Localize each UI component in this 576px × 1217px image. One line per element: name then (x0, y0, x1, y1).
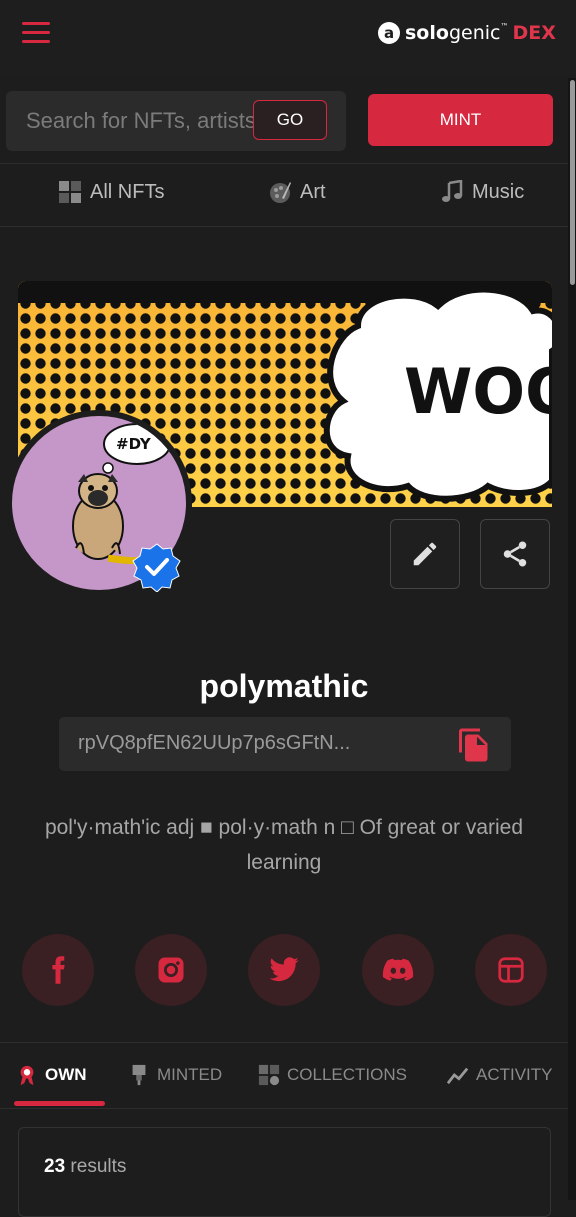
profile-bio: pol'y·math'ic adj ■ pol·y·math n □ Of gr… (44, 816, 524, 874)
divider (0, 1042, 568, 1043)
tab-label: OWN (45, 1065, 87, 1084)
scrollbar-thumb[interactable] (570, 80, 575, 285)
tab-collections[interactable]: COLLECTIONS (258, 1060, 407, 1090)
wallet-address: rpVQ8pfEN62UUp7p6sGFtN... (78, 732, 351, 754)
divider (0, 226, 568, 227)
website-link[interactable] (475, 934, 547, 1006)
results-label: results (70, 1156, 127, 1177)
category-music[interactable]: Music (440, 176, 524, 208)
stamp-icon (132, 1064, 146, 1086)
collections-icon (258, 1064, 280, 1086)
tab-own[interactable]: OWN (16, 1060, 87, 1090)
twitter-link[interactable] (248, 934, 320, 1006)
logo-text-solo: solo (405, 22, 449, 44)
tab-label: MINTED (157, 1065, 223, 1084)
avatar-caption: #DY (116, 435, 152, 453)
ribbon-icon (20, 1065, 34, 1086)
banner-text: WOO (404, 355, 552, 428)
grid-icon (59, 181, 81, 203)
edit-profile-button[interactable] (390, 519, 460, 589)
tab-minted[interactable]: MINTED (128, 1060, 222, 1090)
palette-icon (270, 182, 291, 203)
search-input[interactable] (26, 106, 254, 136)
logo-mark: a (378, 22, 400, 44)
results-count: 23 results (44, 1156, 126, 1178)
share-icon (503, 541, 527, 567)
results-number: 23 (44, 1156, 66, 1177)
logo-text-dex: DEX (512, 22, 556, 44)
instagram-icon (158, 957, 184, 983)
copy-icon[interactable] (456, 727, 492, 763)
category-label: All NFTs (90, 180, 165, 203)
sologenic-dex-logo[interactable]: a solo genic ™ DEX (378, 20, 556, 46)
hamburger-icon[interactable] (22, 22, 50, 44)
mint-button[interactable]: MINT (368, 94, 553, 146)
divider (0, 1108, 568, 1109)
pencil-icon (413, 542, 437, 566)
tab-label: COLLECTIONS (287, 1065, 407, 1084)
go-button[interactable]: GO (253, 100, 327, 140)
instagram-link[interactable] (135, 934, 207, 1006)
share-button[interactable] (480, 519, 550, 589)
active-tab-indicator (14, 1101, 105, 1106)
category-art[interactable]: Art (268, 176, 326, 208)
category-label: Music (472, 180, 525, 203)
facebook-icon (52, 956, 65, 984)
logo-text-genic: genic (448, 22, 501, 44)
chart-line-icon (447, 1067, 469, 1085)
music-note-icon (442, 180, 463, 202)
discord-icon (382, 958, 414, 981)
tab-label: ACTIVITY (476, 1065, 553, 1084)
tab-activity[interactable]: ACTIVITY (447, 1060, 553, 1090)
username: polymathic (199, 668, 369, 704)
facebook-link[interactable] (22, 934, 94, 1006)
discord-link[interactable] (362, 934, 434, 1006)
divider (0, 163, 568, 164)
category-all-nfts[interactable]: All NFTs (58, 176, 164, 208)
category-label: Art (300, 180, 326, 203)
verified-badge-icon (132, 543, 181, 592)
logo-trademark: ™ (500, 21, 509, 31)
website-icon (498, 957, 524, 983)
twitter-icon (269, 957, 299, 982)
